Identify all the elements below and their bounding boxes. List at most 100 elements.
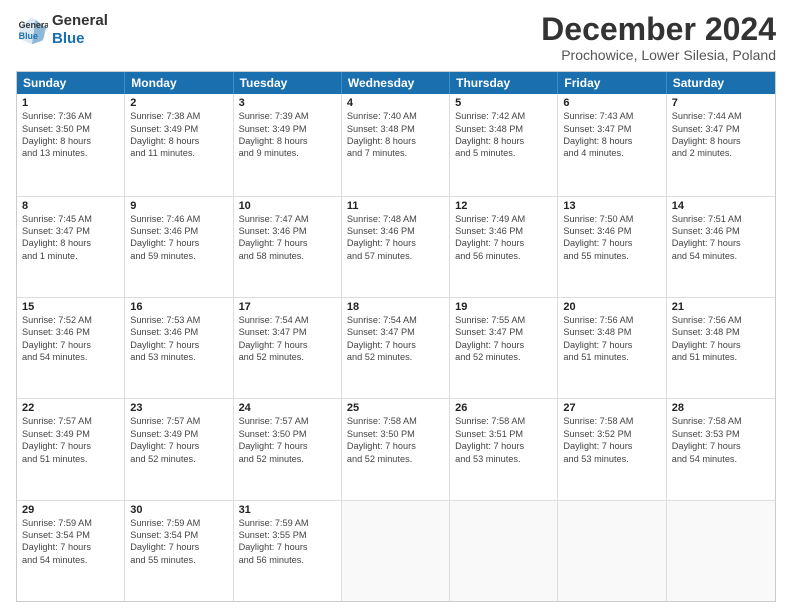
subtitle: Prochowice, Lower Silesia, Poland — [541, 47, 776, 63]
day-15-line-1: Sunset: 3:46 PM — [22, 326, 119, 338]
calendar: Sunday Monday Tuesday Wednesday Thursday… — [16, 71, 776, 602]
day-22-line-0: Sunrise: 7:57 AM — [22, 415, 119, 427]
day-3-line-0: Sunrise: 7:39 AM — [239, 110, 336, 122]
day-24-line-1: Sunset: 3:50 PM — [239, 428, 336, 440]
day-6-line-2: Daylight: 8 hours — [563, 135, 660, 147]
day-15-line-0: Sunrise: 7:52 AM — [22, 314, 119, 326]
day-25-line-0: Sunrise: 7:58 AM — [347, 415, 444, 427]
day-9-line-2: Daylight: 7 hours — [130, 237, 227, 249]
day-26-line-2: Daylight: 7 hours — [455, 440, 552, 452]
day-16: 16Sunrise: 7:53 AMSunset: 3:46 PMDayligh… — [125, 298, 233, 398]
day-number-26: 26 — [455, 402, 552, 414]
day-8-line-0: Sunrise: 7:45 AM — [22, 213, 119, 225]
day-11-line-2: Daylight: 7 hours — [347, 237, 444, 249]
day-number-10: 10 — [239, 200, 336, 212]
day-30-line-3: and 55 minutes. — [130, 554, 227, 566]
day-7: 7Sunrise: 7:44 AMSunset: 3:47 PMDaylight… — [667, 94, 775, 195]
day-27-line-0: Sunrise: 7:58 AM — [563, 415, 660, 427]
day-19-line-1: Sunset: 3:47 PM — [455, 326, 552, 338]
day-25-line-3: and 52 minutes. — [347, 453, 444, 465]
week-row-4: 22Sunrise: 7:57 AMSunset: 3:49 PMDayligh… — [17, 398, 775, 499]
calendar-body: 1Sunrise: 7:36 AMSunset: 3:50 PMDaylight… — [17, 94, 775, 601]
header-saturday: Saturday — [667, 72, 775, 94]
header-sunday: Sunday — [17, 72, 125, 94]
day-20-line-2: Daylight: 7 hours — [563, 339, 660, 351]
day-4-line-1: Sunset: 3:48 PM — [347, 123, 444, 135]
day-19-line-3: and 52 minutes. — [455, 351, 552, 363]
day-10: 10Sunrise: 7:47 AMSunset: 3:46 PMDayligh… — [234, 197, 342, 297]
day-1: 1Sunrise: 7:36 AMSunset: 3:50 PMDaylight… — [17, 94, 125, 195]
day-28-line-2: Daylight: 7 hours — [672, 440, 770, 452]
day-1-line-3: and 13 minutes. — [22, 147, 119, 159]
day-18-line-1: Sunset: 3:47 PM — [347, 326, 444, 338]
day-8-line-1: Sunset: 3:47 PM — [22, 225, 119, 237]
day-4: 4Sunrise: 7:40 AMSunset: 3:48 PMDaylight… — [342, 94, 450, 195]
page: General Blue General Blue December 2024 … — [0, 0, 792, 612]
day-2-line-1: Sunset: 3:49 PM — [130, 123, 227, 135]
day-3: 3Sunrise: 7:39 AMSunset: 3:49 PMDaylight… — [234, 94, 342, 195]
day-10-line-1: Sunset: 3:46 PM — [239, 225, 336, 237]
day-20-line-0: Sunrise: 7:56 AM — [563, 314, 660, 326]
day-25: 25Sunrise: 7:58 AMSunset: 3:50 PMDayligh… — [342, 399, 450, 499]
day-number-13: 13 — [563, 200, 660, 212]
day-number-24: 24 — [239, 402, 336, 414]
main-title: December 2024 — [541, 12, 776, 47]
title-block: December 2024 Prochowice, Lower Silesia,… — [541, 12, 776, 63]
day-number-18: 18 — [347, 301, 444, 313]
day-28-line-0: Sunrise: 7:58 AM — [672, 415, 770, 427]
day-14-line-0: Sunrise: 7:51 AM — [672, 213, 770, 225]
day-25-line-2: Daylight: 7 hours — [347, 440, 444, 452]
day-18-line-0: Sunrise: 7:54 AM — [347, 314, 444, 326]
day-number-22: 22 — [22, 402, 119, 414]
week-row-3: 15Sunrise: 7:52 AMSunset: 3:46 PMDayligh… — [17, 297, 775, 398]
day-27: 27Sunrise: 7:58 AMSunset: 3:52 PMDayligh… — [558, 399, 666, 499]
day-28-line-1: Sunset: 3:53 PM — [672, 428, 770, 440]
day-5-line-1: Sunset: 3:48 PM — [455, 123, 552, 135]
day-23-line-2: Daylight: 7 hours — [130, 440, 227, 452]
day-14-line-2: Daylight: 7 hours — [672, 237, 770, 249]
day-26-line-3: and 53 minutes. — [455, 453, 552, 465]
day-11-line-0: Sunrise: 7:48 AM — [347, 213, 444, 225]
logo-blue: Blue — [52, 30, 108, 48]
day-20-line-1: Sunset: 3:48 PM — [563, 326, 660, 338]
day-17-line-1: Sunset: 3:47 PM — [239, 326, 336, 338]
day-13-line-0: Sunrise: 7:50 AM — [563, 213, 660, 225]
day-11-line-3: and 57 minutes. — [347, 250, 444, 262]
day-12-line-1: Sunset: 3:46 PM — [455, 225, 552, 237]
day-21: 21Sunrise: 7:56 AMSunset: 3:48 PMDayligh… — [667, 298, 775, 398]
day-number-16: 16 — [130, 301, 227, 313]
day-9-line-1: Sunset: 3:46 PM — [130, 225, 227, 237]
day-30-line-0: Sunrise: 7:59 AM — [130, 517, 227, 529]
day-number-20: 20 — [563, 301, 660, 313]
day-10-line-3: and 58 minutes. — [239, 250, 336, 262]
day-number-11: 11 — [347, 200, 444, 212]
day-number-12: 12 — [455, 200, 552, 212]
day-1-line-2: Daylight: 8 hours — [22, 135, 119, 147]
day-23-line-1: Sunset: 3:49 PM — [130, 428, 227, 440]
day-number-3: 3 — [239, 97, 336, 109]
svg-text:Blue: Blue — [19, 31, 38, 41]
day-5-line-0: Sunrise: 7:42 AM — [455, 110, 552, 122]
day-18-line-2: Daylight: 7 hours — [347, 339, 444, 351]
day-24-line-0: Sunrise: 7:57 AM — [239, 415, 336, 427]
day-1-line-0: Sunrise: 7:36 AM — [22, 110, 119, 122]
day-22: 22Sunrise: 7:57 AMSunset: 3:49 PMDayligh… — [17, 399, 125, 499]
day-number-8: 8 — [22, 200, 119, 212]
day-16-line-3: and 53 minutes. — [130, 351, 227, 363]
day-30-line-2: Daylight: 7 hours — [130, 541, 227, 553]
day-16-line-1: Sunset: 3:46 PM — [130, 326, 227, 338]
day-16-line-0: Sunrise: 7:53 AM — [130, 314, 227, 326]
empty-cell-4-5 — [558, 501, 666, 601]
day-number-31: 31 — [239, 504, 336, 516]
header: General Blue General Blue December 2024 … — [16, 12, 776, 63]
day-25-line-1: Sunset: 3:50 PM — [347, 428, 444, 440]
day-number-30: 30 — [130, 504, 227, 516]
day-17-line-3: and 52 minutes. — [239, 351, 336, 363]
day-number-17: 17 — [239, 301, 336, 313]
day-number-6: 6 — [563, 97, 660, 109]
day-number-2: 2 — [130, 97, 227, 109]
header-thursday: Thursday — [450, 72, 558, 94]
day-20-line-3: and 51 minutes. — [563, 351, 660, 363]
week-row-5: 29Sunrise: 7:59 AMSunset: 3:54 PMDayligh… — [17, 500, 775, 601]
logo: General Blue General Blue — [16, 12, 108, 48]
